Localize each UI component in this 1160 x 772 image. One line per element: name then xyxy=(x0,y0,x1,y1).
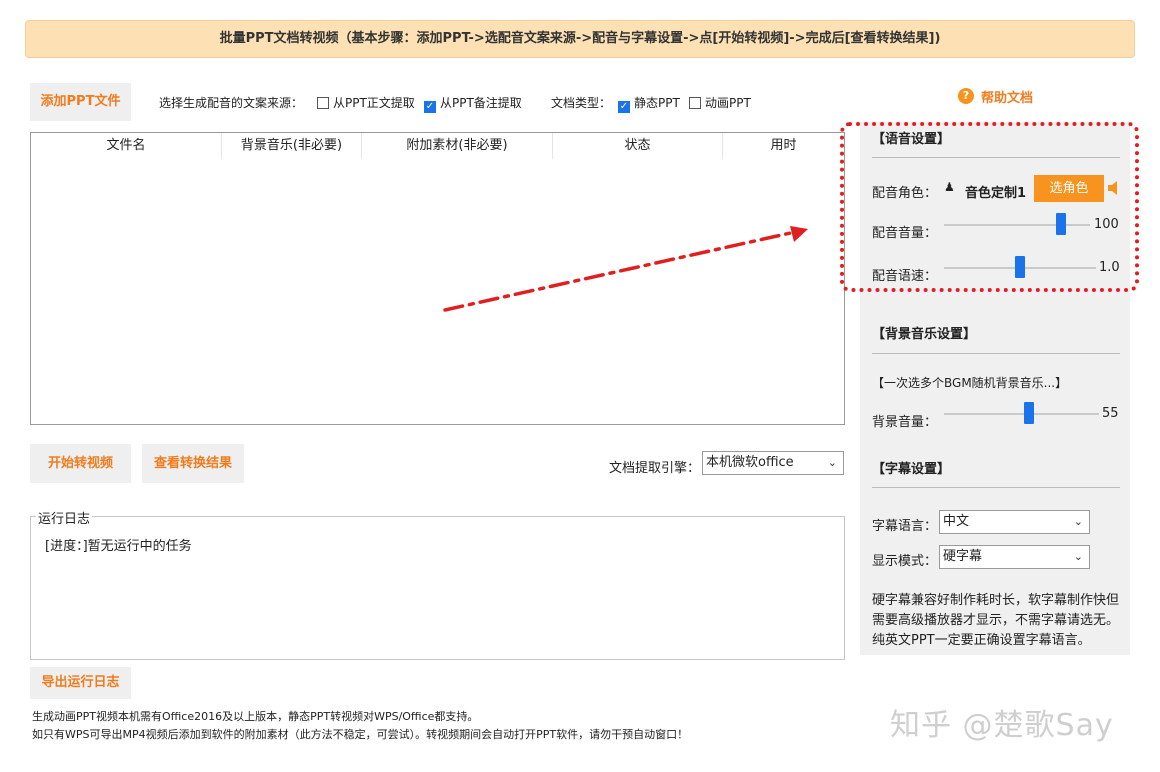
log-box[interactable]: [进度：]暂无运行中的任务 xyxy=(30,516,845,660)
column-bgm[interactable]: 背景音乐(非必要) xyxy=(222,133,362,159)
export-log-button[interactable]: 导出运行日志 xyxy=(30,667,131,699)
footer-line-1: 生成动画PPT视频本机需有Office2016及以上版本，静态PPT转视频对WP… xyxy=(32,710,479,723)
type-animated-checkbox[interactable] xyxy=(689,97,701,109)
subtitle-note: 硬字幕兼容好制作耗时长，软字幕制作快但需要高级播放器才显示，不需字幕请选无。纯英… xyxy=(872,593,1120,648)
engine-select[interactable]: 本机微软office ⌄ xyxy=(702,451,844,475)
bgm-volume-value: 55 xyxy=(1102,406,1119,421)
log-legend: 运行日志 xyxy=(36,508,93,527)
type-static-option[interactable]: ✓ 静态PPT xyxy=(618,94,680,113)
chevron-down-icon: ⌄ xyxy=(1073,515,1083,528)
source-notes-option[interactable]: ✓ 从PPT备注提取 xyxy=(424,94,522,113)
type-animated-label: 动画PPT xyxy=(705,96,751,110)
engine-value: 本机微软office xyxy=(706,455,794,470)
source-body-option[interactable]: 从PPT正文提取 xyxy=(317,94,415,111)
type-animated-option[interactable]: 动画PPT xyxy=(689,94,751,111)
bgm-volume-thumb[interactable] xyxy=(1024,402,1035,424)
column-attachment[interactable]: 附加素材(非必要) xyxy=(362,133,553,159)
view-results-button[interactable]: 查看转换结果 xyxy=(142,444,244,483)
type-static-label: 静态PPT xyxy=(634,96,680,110)
engine-label: 文档提取引擎： xyxy=(609,461,701,476)
type-static-checkbox[interactable]: ✓ xyxy=(618,101,630,113)
subtitle-lang-label: 字幕语言： xyxy=(872,519,938,534)
doc-type-label: 文档类型： xyxy=(551,96,612,110)
watermark: 知乎 @楚歌Say xyxy=(890,708,1114,743)
subtitle-lang-value: 中文 xyxy=(943,514,970,529)
divider xyxy=(872,353,1120,354)
annotation-arrow xyxy=(443,226,808,312)
subtitle-mode-select[interactable]: 硬字幕 ⌄ xyxy=(939,545,1090,569)
subtitle-lang-select[interactable]: 中文 ⌄ xyxy=(939,510,1090,534)
start-convert-button[interactable]: 开始转视频 xyxy=(30,444,131,483)
table-header: 文件名 背景音乐(非必要) 附加素材(非必要) 状态 用时 xyxy=(31,133,844,159)
help-label: 帮助文档 xyxy=(981,90,1034,106)
source-body-label: 从PPT正文提取 xyxy=(333,96,415,110)
help-link[interactable]: ? 帮助文档 xyxy=(958,86,1033,106)
source-notes-label: 从PPT备注提取 xyxy=(440,96,522,110)
add-ppt-button[interactable]: 添加PPT文件 xyxy=(30,83,131,121)
column-duration[interactable]: 用时 xyxy=(723,133,844,159)
help-icon: ? xyxy=(958,88,974,104)
annotation-highlight-box xyxy=(840,122,1139,292)
bgm-volume-label: 背景音量： xyxy=(872,415,938,430)
chevron-down-icon: ⌄ xyxy=(1073,550,1083,563)
source-body-checkbox[interactable] xyxy=(317,97,329,109)
bgm-volume-track[interactable] xyxy=(944,413,1099,415)
subtitle-mode-label: 显示模式： xyxy=(872,554,938,569)
column-filename[interactable]: 文件名 xyxy=(31,133,222,159)
log-text: [进度：]暂无运行中的任务 xyxy=(45,539,192,554)
subtitle-settings-title: 【字幕设置】 xyxy=(872,462,951,477)
chevron-down-icon: ⌄ xyxy=(827,456,837,469)
source-notes-checkbox[interactable]: ✓ xyxy=(424,101,436,113)
banner-instructions: 批量PPT文档转视频（基本步骤：添加PPT->选配音文案来源->配音与字幕设置-… xyxy=(25,20,1135,58)
footer-line-2: 如只有WPS可导出MP4视频后添加到软件的附加素材（此方法不稳定，可尝试）。转视… xyxy=(32,728,689,741)
bgm-settings-title: 【背景音乐设置】 xyxy=(872,327,977,342)
source-label: 选择生成配音的文案来源： xyxy=(159,96,304,110)
subtitle-mode-value: 硬字幕 xyxy=(943,549,983,564)
bgm-multi-select-link[interactable]: 【一次选多个BGM随机背景音乐...】 xyxy=(872,374,1067,391)
divider xyxy=(872,487,1120,488)
column-status[interactable]: 状态 xyxy=(553,133,723,159)
